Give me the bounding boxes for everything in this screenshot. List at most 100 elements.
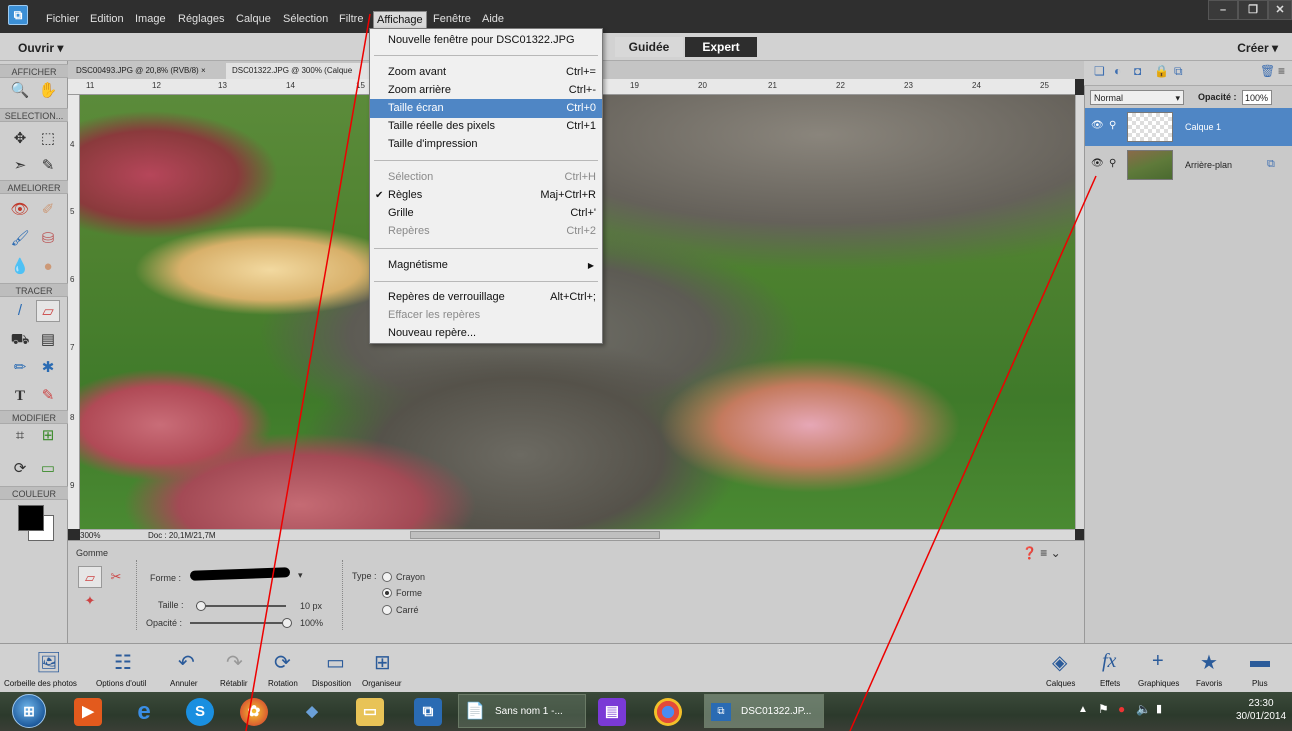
menu-item-clear-guides[interactable]: Effacer les repères — [370, 306, 602, 325]
open-button[interactable]: Ouvrir ▾ — [18, 41, 63, 55]
more-icon[interactable]: ▬ — [1250, 650, 1270, 673]
tool-options-icon[interactable]: ☷ — [114, 650, 132, 675]
zoom-tool-icon[interactable]: 🔍 — [8, 80, 32, 102]
menu-item-actual-pixels[interactable]: Taille réelle des pixels Ctrl+1 — [370, 117, 602, 136]
clone-stamp-tool-icon[interactable]: ⛁ — [36, 228, 60, 250]
taskbar-task-dsc01322[interactable]: ⧉ DSC01322.JP... — [704, 694, 824, 728]
taille-slider-knob[interactable] — [196, 601, 206, 611]
menu-edition[interactable]: Edition — [90, 13, 124, 25]
flag-icon[interactable]: ⚑ — [1098, 702, 1109, 716]
favorites-label[interactable]: Favoris — [1196, 679, 1222, 688]
marquee-tool-icon[interactable]: ⬚ — [36, 128, 60, 150]
lasso-tool-icon[interactable]: ➣ — [8, 155, 32, 177]
media-player-icon[interactable]: ▶ — [74, 698, 102, 726]
menu-calque[interactable]: Calque — [236, 13, 271, 25]
chevron-down-icon[interactable]: ▾ — [298, 570, 303, 581]
menu-filtre[interactable]: Filtre — [339, 13, 363, 25]
menu-reglages[interactable]: Réglages — [178, 13, 224, 25]
radio-crayon[interactable] — [382, 572, 392, 582]
menu-aide[interactable]: Aide — [482, 13, 504, 25]
start-button[interactable]: ⊞ — [12, 694, 46, 728]
minimize-button[interactable]: – — [1208, 0, 1238, 20]
spot-heal-tool-icon[interactable]: ✐ — [36, 199, 60, 221]
new-layer-icon[interactable]: ❏ — [1094, 64, 1105, 78]
link-icon[interactable]: ⚲ — [1109, 120, 1116, 131]
layer-row[interactable]: 👁 ⚲ Arrière-plan ⧉ — [1085, 146, 1292, 182]
explorer-folder-icon[interactable]: ▭ — [356, 698, 384, 726]
menu-item-new-window[interactable]: Nouvelle fenêtre pour DSC01322.JPG — [370, 31, 602, 50]
help-icon[interactable]: ❓ ≡ ⌄ — [1022, 546, 1061, 560]
eraser-tool-icon[interactable]: ▱ — [36, 300, 60, 322]
doc-tab-2[interactable]: DSC01322.JPG @ 300% (Calque — [226, 63, 386, 79]
create-button[interactable]: Créer ▾ — [1237, 41, 1278, 55]
menu-selection[interactable]: Sélection — [283, 13, 328, 25]
menu-image[interactable]: Image — [135, 13, 166, 25]
lock-icon[interactable]: 🔒 — [1154, 64, 1169, 78]
network-icon[interactable]: ▮ — [1156, 702, 1162, 715]
layout-icon[interactable]: ▭ — [326, 650, 345, 675]
sponge-tool-icon[interactable]: ● — [36, 256, 60, 278]
menu-item-zoom-in[interactable]: Zoom avant Ctrl+= — [370, 63, 602, 82]
gradient-tool-icon[interactable]: ▤ — [36, 329, 60, 351]
type-tool-icon[interactable]: T — [8, 385, 32, 407]
visibility-eye-icon[interactable]: 👁 — [1091, 158, 1104, 169]
horizontal-scrollbar[interactable] — [80, 529, 1075, 540]
background-eraser-icon[interactable]: ✂ — [104, 566, 128, 588]
menu-item-grid[interactable]: Grille Ctrl+' — [370, 204, 602, 223]
recompose-tool-icon[interactable]: ⊞ — [36, 425, 60, 447]
blend-mode-select[interactable]: Normal ▾ — [1090, 90, 1184, 105]
chrome-icon[interactable] — [654, 698, 682, 726]
internet-explorer-icon[interactable]: e — [130, 698, 158, 726]
picasa-icon[interactable]: ✿ — [240, 698, 268, 726]
show-hidden-icons-icon[interactable]: ▲ — [1078, 704, 1088, 715]
radio-crayon-label[interactable]: Crayon — [396, 572, 425, 582]
menu-item-snap[interactable]: Magnétisme ▶ — [370, 256, 602, 275]
doc-tab-1[interactable]: DSC00493.JPG @ 20,8% (RVB/8) × — [70, 63, 225, 79]
opacite-slider[interactable] — [190, 622, 286, 624]
layout-label[interactable]: Disposition — [312, 679, 351, 688]
more-label[interactable]: Plus — [1252, 679, 1268, 688]
panel-menu-icon[interactable]: ≡ — [1278, 64, 1285, 78]
undo-icon[interactable]: ↶ — [178, 650, 195, 675]
effects-label[interactable]: Effets — [1100, 679, 1120, 688]
organizer-icon[interactable]: ⊞ — [374, 650, 391, 675]
menu-item-fit-screen[interactable]: Taille écran Ctrl+0 — [370, 99, 602, 118]
skype-icon[interactable]: S — [186, 698, 214, 726]
opacite-slider-knob[interactable] — [282, 618, 292, 628]
blur-tool-icon[interactable]: 💧 — [8, 256, 32, 278]
layers-icon[interactable]: ◈ — [1052, 650, 1067, 675]
pencil-tool-icon[interactable]: ✎ — [36, 385, 60, 407]
custom-shape-tool-icon[interactable]: ✱ — [36, 357, 60, 379]
quick-select-tool-icon[interactable]: ✎ — [36, 155, 60, 177]
volume-icon[interactable]: 🔈 — [1136, 702, 1151, 716]
layer-row[interactable]: 👁 ⚲ Calque 1 — [1085, 108, 1292, 146]
eyedropper-tool-icon[interactable]: ✏ — [8, 357, 32, 379]
layers-label[interactable]: Calques — [1046, 679, 1075, 688]
redo-icon[interactable]: ↷ — [226, 650, 243, 675]
undo-label[interactable]: Annuler — [170, 679, 198, 688]
elements-premiere-icon[interactable]: ▤ — [598, 698, 626, 726]
app-logo-icon[interactable]: ⧉ — [8, 5, 28, 25]
elements-organizer-icon[interactable]: ⧉ — [414, 698, 442, 726]
menu-affichage[interactable]: Affichage — [373, 11, 427, 29]
menu-item-lock-guides[interactable]: Repères de verrouillage Alt+Ctrl+; — [370, 288, 602, 307]
restore-button[interactable]: ❐ — [1238, 0, 1268, 20]
tray-clock[interactable]: 23:30 30/01/2014 — [1236, 697, 1286, 723]
rotate-icon[interactable]: ⟳ — [274, 650, 291, 675]
photo-bin-label[interactable]: Corbeille des photos — [4, 679, 77, 688]
taskbar-task-sans-nom[interactable]: 📄 Sans nom 1 -... — [458, 694, 586, 728]
favorites-icon[interactable]: ★ — [1200, 650, 1218, 675]
menu-item-new-guide[interactable]: Nouveau repère... — [370, 324, 602, 343]
smart-brush-tool-icon[interactable]: 🖌 — [8, 228, 32, 250]
vertical-scrollbar[interactable] — [1075, 95, 1084, 529]
photo-bin-icon[interactable]: 🖼 — [36, 650, 61, 675]
menu-fichier[interactable]: Fichier — [46, 13, 79, 25]
straighten-tool-icon[interactable]: ▭ — [36, 458, 60, 480]
menu-item-print-size[interactable]: Taille d'impression — [370, 135, 602, 154]
visibility-eye-icon[interactable]: 👁 — [1091, 120, 1104, 131]
red-eye-tool-icon[interactable]: 👁 — [8, 199, 32, 221]
foreground-color-swatch[interactable] — [18, 505, 44, 531]
menu-item-rulers[interactable]: ✔ Règles Maj+Ctrl+R — [370, 186, 602, 205]
close-button[interactable]: ✕ — [1268, 0, 1292, 20]
mask-icon[interactable]: ◘ — [1134, 64, 1141, 78]
